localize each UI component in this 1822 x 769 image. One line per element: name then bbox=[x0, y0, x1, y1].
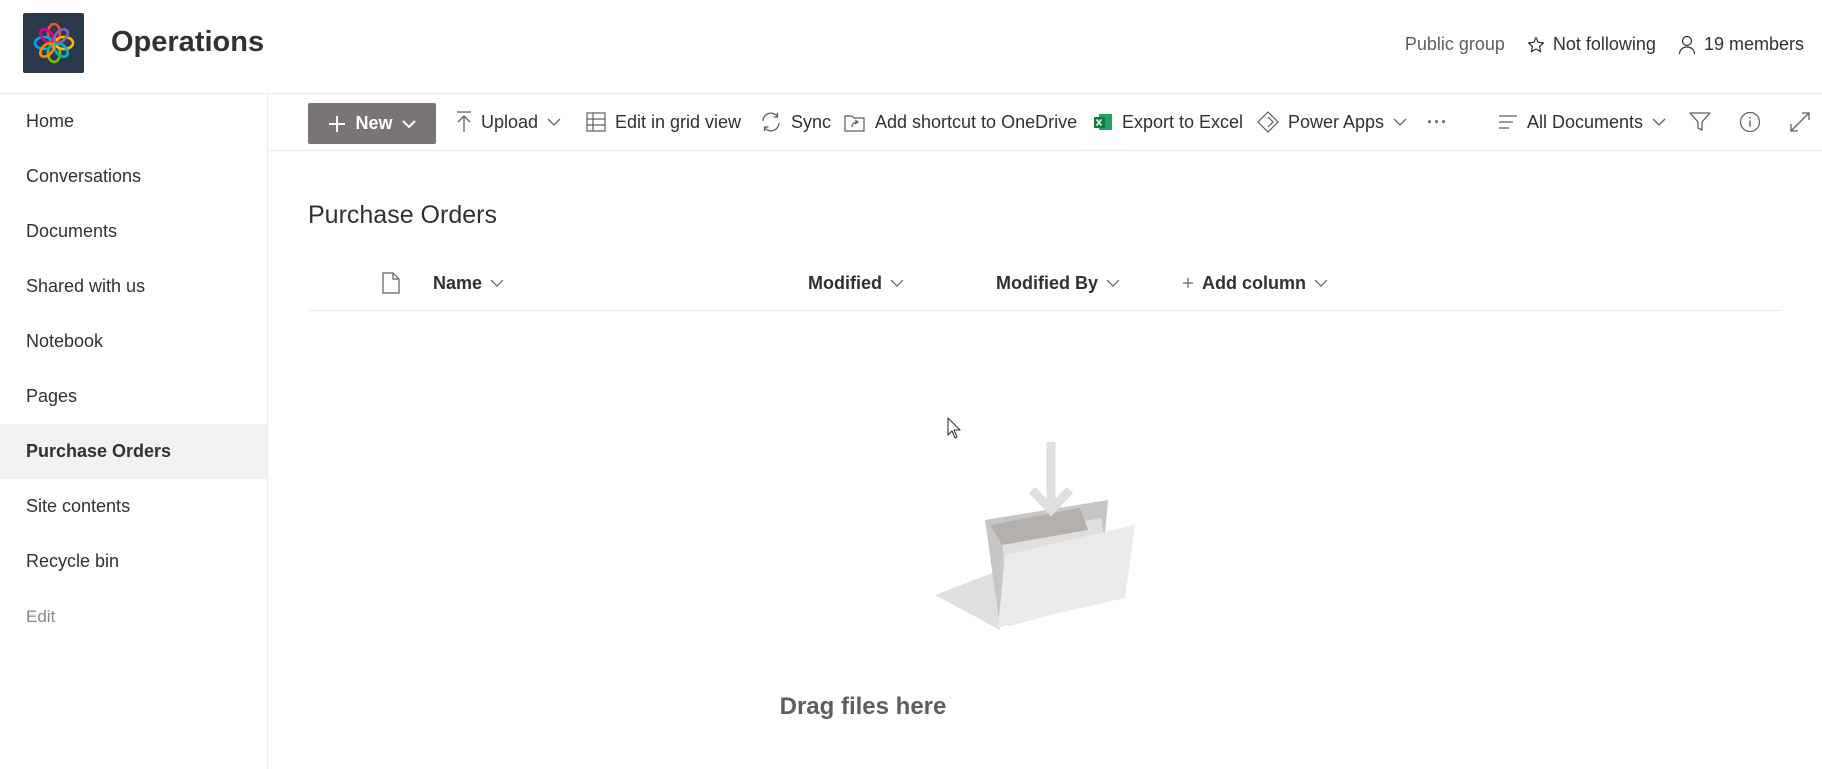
nav-item-label: Conversations bbox=[26, 166, 142, 186]
sync-button[interactable]: Sync bbox=[760, 94, 831, 150]
new-label: New bbox=[355, 113, 393, 133]
members-label: 19 members bbox=[1703, 34, 1804, 54]
nav-item-label: Purchase Orders bbox=[26, 441, 172, 461]
name-column-label: Name bbox=[433, 272, 483, 293]
filter-icon bbox=[1689, 112, 1711, 131]
export-excel-button[interactable]: Export to Excel bbox=[1093, 94, 1243, 150]
sync-icon bbox=[762, 112, 780, 132]
star-icon bbox=[1527, 36, 1544, 52]
nav-item-conversations[interactable]: Conversations bbox=[0, 149, 267, 204]
edit-grid-view-button[interactable]: Edit in grid view bbox=[586, 94, 741, 150]
chevron-down-icon bbox=[490, 279, 504, 287]
document-icon bbox=[382, 272, 400, 294]
power-apps-button[interactable]: Power Apps bbox=[1257, 94, 1407, 150]
site-logo[interactable] bbox=[23, 13, 84, 73]
nav-item-label: Recycle bin bbox=[26, 551, 120, 571]
chevron-down-icon bbox=[1393, 118, 1407, 126]
drag-files-label: Drag files here bbox=[779, 693, 947, 720]
nav-item-home[interactable]: Home bbox=[0, 94, 267, 149]
info-button[interactable] bbox=[1739, 94, 1761, 150]
mouse-cursor-icon bbox=[947, 417, 961, 439]
view-label: All Documents bbox=[1527, 111, 1644, 132]
command-bar: New Upload Edit in grid view Sync Add sh… bbox=[268, 94, 1822, 151]
expand-icon bbox=[1790, 112, 1810, 132]
add-shortcut-button[interactable]: Add shortcut to OneDrive bbox=[844, 94, 1077, 150]
person-icon bbox=[1678, 35, 1696, 54]
file-type-column-header[interactable] bbox=[382, 263, 400, 303]
plus-icon bbox=[329, 115, 346, 132]
view-selector[interactable]: All Documents bbox=[1498, 94, 1666, 150]
chevron-down-icon bbox=[1106, 279, 1120, 287]
chevron-down-icon bbox=[401, 119, 416, 128]
add-column-header[interactable]: Add column bbox=[1182, 263, 1328, 303]
nav-item-label: Pages bbox=[26, 386, 78, 406]
edit-grid-label: Edit in grid view bbox=[615, 111, 742, 132]
header-actions: Public group Not following 19 members bbox=[1405, 34, 1804, 55]
add-column-label: Add column bbox=[1202, 272, 1306, 293]
upload-button[interactable]: Upload bbox=[456, 94, 561, 150]
site-header: Operations Public group Not following 19… bbox=[0, 0, 1822, 94]
left-navigation: Home Conversations Documents Shared with… bbox=[0, 94, 268, 769]
grid-icon bbox=[586, 112, 606, 132]
export-excel-label: Export to Excel bbox=[1122, 111, 1244, 132]
add-shortcut-label: Add shortcut to OneDrive bbox=[875, 111, 1078, 132]
filter-button[interactable] bbox=[1689, 94, 1711, 150]
nav-item-label: Notebook bbox=[26, 331, 104, 351]
nav-item-recycle-bin[interactable]: Recycle bin bbox=[0, 534, 267, 589]
expand-button[interactable] bbox=[1789, 94, 1811, 150]
upload-icon bbox=[457, 111, 471, 132]
modified-by-column-header[interactable]: Modified By bbox=[996, 263, 1120, 303]
sync-label: Sync bbox=[791, 111, 832, 132]
modified-by-column-label: Modified By bbox=[996, 272, 1098, 293]
more-icon: ··· bbox=[1427, 111, 1448, 132]
nav-edit-label: Edit bbox=[26, 606, 56, 626]
nav-item-purchase-orders[interactable]: Purchase Orders bbox=[0, 424, 267, 479]
site-title[interactable]: Operations bbox=[111, 26, 264, 59]
nav-edit-link[interactable]: Edit bbox=[0, 589, 267, 644]
more-commands-button[interactable]: ··· bbox=[1427, 94, 1448, 150]
nav-item-documents[interactable]: Documents bbox=[0, 204, 267, 259]
nav-item-shared-with-us[interactable]: Shared with us bbox=[0, 259, 267, 314]
name-column-header[interactable]: Name bbox=[433, 263, 504, 303]
chevron-down-icon bbox=[1314, 279, 1328, 287]
info-icon bbox=[1739, 111, 1761, 133]
empty-folder-illustration bbox=[935, 442, 1135, 630]
modified-column-label: Modified bbox=[808, 272, 882, 293]
view-list-icon bbox=[1499, 115, 1517, 129]
empty-state-message: Drag files here bbox=[0, 693, 1822, 721]
nav-item-label: Home bbox=[26, 111, 75, 131]
nav-item-label: Shared with us bbox=[26, 276, 146, 296]
nav-item-notebook[interactable]: Notebook bbox=[0, 314, 267, 369]
group-logo-icon bbox=[33, 22, 74, 64]
modified-column-header[interactable]: Modified bbox=[808, 263, 904, 303]
plus-icon bbox=[1183, 278, 1193, 288]
nav-item-pages[interactable]: Pages bbox=[0, 369, 267, 424]
new-button[interactable]: New bbox=[308, 103, 436, 144]
chevron-down-icon bbox=[1652, 118, 1666, 126]
column-header-row: Name Modified Modified By Add column bbox=[308, 263, 1782, 311]
follow-label: Not following bbox=[1552, 34, 1656, 54]
upload-label: Upload bbox=[481, 111, 539, 132]
power-apps-icon bbox=[1257, 111, 1279, 133]
nav-item-label: Site contents bbox=[26, 496, 131, 516]
library-title: Purchase Orders bbox=[308, 201, 497, 229]
excel-icon bbox=[1094, 114, 1112, 130]
power-apps-label: Power Apps bbox=[1288, 111, 1385, 132]
chevron-down-icon bbox=[547, 118, 561, 126]
nav-item-site-contents[interactable]: Site contents bbox=[0, 479, 267, 534]
shortcut-icon bbox=[844, 115, 865, 132]
chevron-down-icon bbox=[890, 279, 904, 287]
nav-item-label: Documents bbox=[26, 221, 118, 241]
members-button[interactable]: 19 members bbox=[1678, 34, 1804, 55]
follow-button[interactable]: Not following bbox=[1527, 34, 1656, 55]
privacy-label: Public group bbox=[1404, 34, 1505, 54]
